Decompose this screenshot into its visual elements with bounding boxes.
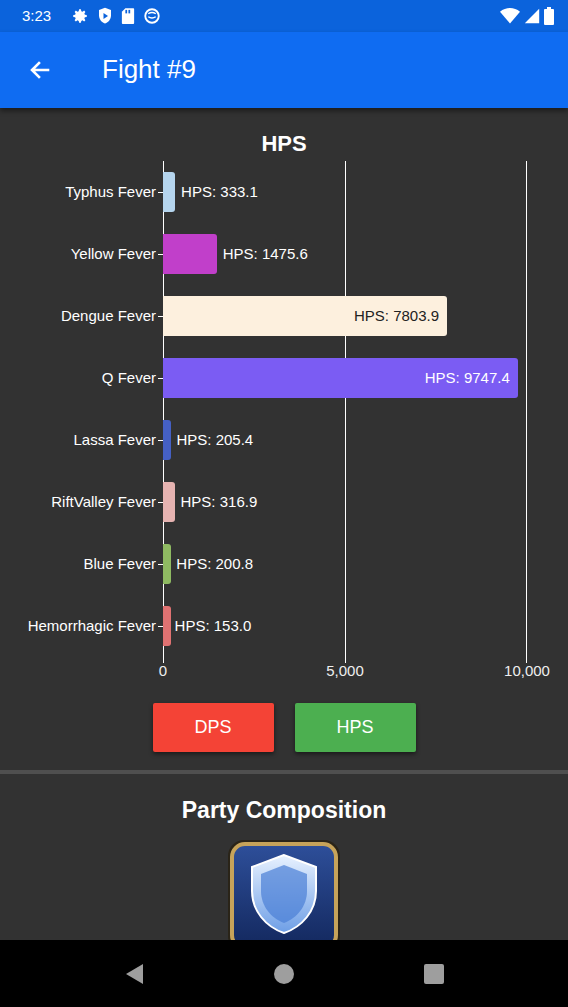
home-nav-icon[interactable] xyxy=(209,962,359,986)
bar-value-label: HPS: 153.0 xyxy=(175,615,252,638)
bar-row: HPS: 1475.6 xyxy=(163,223,527,285)
category-row: Dengue Fever xyxy=(0,285,163,347)
party-title: Party Composition xyxy=(0,796,568,824)
bar xyxy=(163,544,170,584)
sync-icon xyxy=(143,7,161,25)
hps-chart: HPS Typhus Fever Yellow Fever Dengue Fever Q… xyxy=(0,130,568,684)
x-axis: 0 5,000 10,000 xyxy=(0,657,568,684)
category-label: Dengue Fever xyxy=(61,305,156,328)
bar-row: HPS: 205.4 xyxy=(163,409,527,471)
axis-tick: 0 xyxy=(159,661,167,681)
bar-value-label: HPS: 333.1 xyxy=(181,181,258,204)
screen-title: Fight #9 xyxy=(102,54,196,85)
bar-row: HPS: 200.8 xyxy=(163,533,527,595)
category-row: Typhus Fever xyxy=(0,161,163,223)
system-navigation xyxy=(0,940,568,1007)
metric-button-holder: HPS xyxy=(295,703,416,752)
bar-row: HPS: 316.9 xyxy=(163,471,527,533)
back-icon[interactable] xyxy=(26,56,54,84)
metric-button-holder: DPS xyxy=(153,703,274,752)
plot-area: HPS: 333.1 HPS: 1475.6 HPS: 7803.9 HPS: 974… xyxy=(163,161,527,657)
bar-row: HPS: 9747.4 xyxy=(163,347,527,409)
category-label: RiftValley Fever xyxy=(51,491,156,514)
bar-row: HPS: 153.0 xyxy=(163,595,527,657)
battery-icon xyxy=(544,7,554,25)
grid-line xyxy=(345,161,346,663)
bar-fill xyxy=(163,482,175,522)
app-bar: Fight #9 xyxy=(0,32,568,108)
category-label: Hemorrhagic Fever xyxy=(28,615,156,638)
bar-fill xyxy=(163,420,171,460)
category-label: Blue Fever xyxy=(83,553,156,576)
bar xyxy=(163,420,170,460)
content: HPS Typhus Fever Yellow Fever Dengue Fever Q… xyxy=(0,108,568,940)
recents-nav-icon[interactable] xyxy=(359,963,509,985)
category-label: Yellow Fever xyxy=(71,243,156,266)
shield-play-icon xyxy=(97,7,113,25)
axis-tick: 5,000 xyxy=(326,661,364,681)
bar xyxy=(163,234,217,274)
bar-fill xyxy=(163,606,171,646)
bar xyxy=(163,606,169,646)
bar-value-label: HPS: 200.8 xyxy=(176,553,253,576)
bar-fill xyxy=(163,172,175,212)
bar-row: HPS: 7803.9 xyxy=(163,285,527,347)
category-label: Q Fever xyxy=(102,367,156,390)
bar-value-label: HPS: 7803.9 xyxy=(354,305,439,328)
metric-button[interactable]: HPS xyxy=(295,703,416,752)
clock: 3:23 xyxy=(22,5,51,28)
metric-switch: DPS HPS xyxy=(0,703,568,752)
wifi-icon xyxy=(500,7,520,25)
category-label: Lassa Fever xyxy=(73,429,156,452)
category-row: Hemorrhagic Fever xyxy=(0,595,163,657)
category-row: RiftValley Fever xyxy=(0,471,163,533)
bar-fill xyxy=(163,544,171,584)
sd-card-icon xyxy=(121,7,135,25)
gear-icon xyxy=(71,7,89,25)
chart-title: HPS xyxy=(0,130,568,158)
bar-value-label: HPS: 1475.6 xyxy=(223,243,308,266)
category-row: Blue Fever xyxy=(0,533,163,595)
category-label: Typhus Fever xyxy=(65,181,156,204)
bar-value-label: HPS: 316.9 xyxy=(181,491,258,514)
category-row: Yellow Fever xyxy=(0,223,163,285)
bar-fill xyxy=(163,234,217,274)
grid-line xyxy=(526,161,527,663)
signal-icon xyxy=(524,7,540,25)
bar-row: HPS: 333.1 xyxy=(163,161,527,223)
category-row: Lassa Fever xyxy=(0,409,163,471)
bar-value-label: HPS: 9747.4 xyxy=(425,367,510,390)
category-row: Q Fever xyxy=(0,347,163,409)
bar-value-label: HPS: 205.4 xyxy=(176,429,253,452)
bar-fill: HPS: 7803.9 xyxy=(163,296,447,336)
metric-button[interactable]: DPS xyxy=(153,703,274,752)
status-bar: 3:23 xyxy=(0,0,568,32)
back-nav-icon[interactable] xyxy=(59,962,209,986)
bar xyxy=(163,482,175,522)
axis-tick: 10,000 xyxy=(504,661,550,681)
divider xyxy=(0,770,568,774)
bar: HPS: 7803.9 xyxy=(163,296,447,336)
tank-role-icon[interactable] xyxy=(225,837,343,940)
bar: HPS: 9747.4 xyxy=(163,358,518,398)
bar-fill: HPS: 9747.4 xyxy=(163,358,518,398)
bar xyxy=(163,172,175,212)
